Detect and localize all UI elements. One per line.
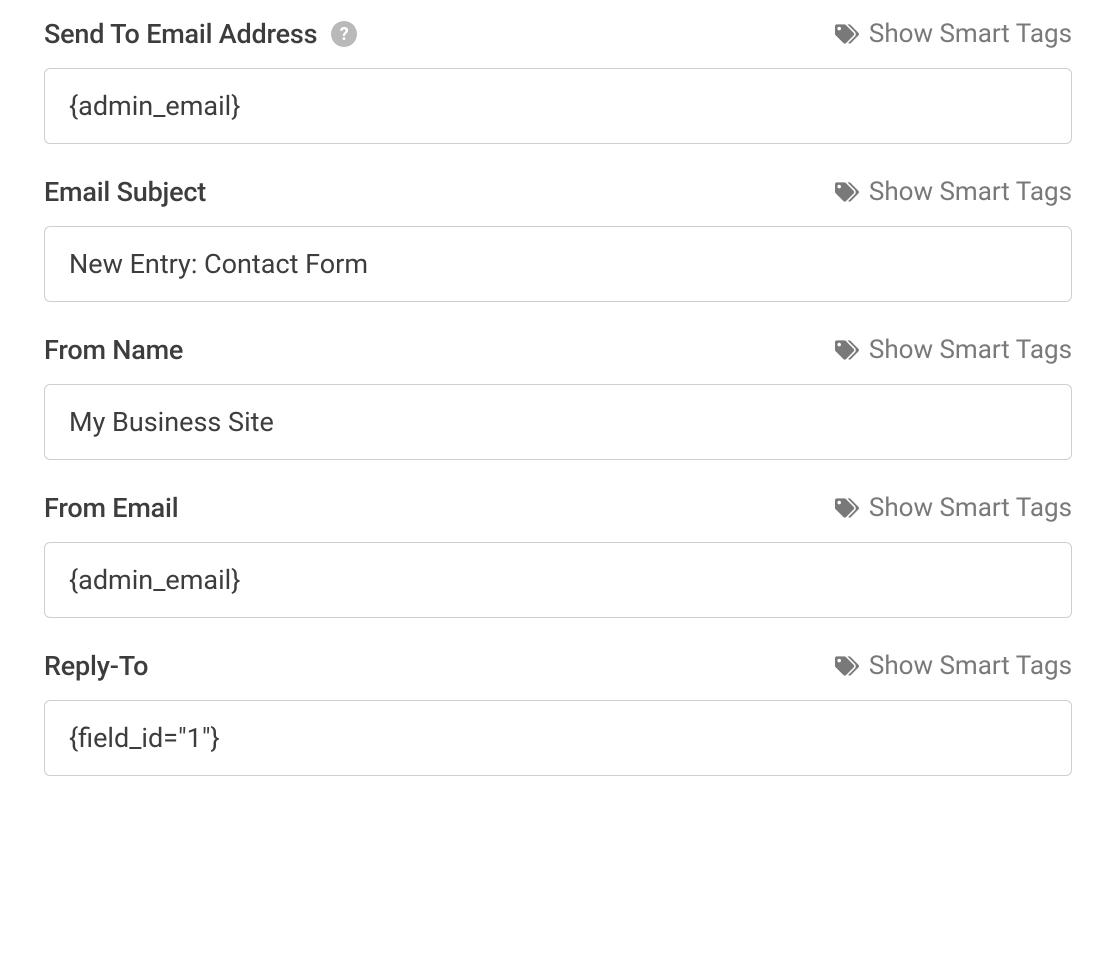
from-name-label: From Name bbox=[44, 334, 183, 366]
show-smart-tags-link[interactable]: Show Smart Tags bbox=[835, 177, 1072, 207]
smart-tags-label: Show Smart Tags bbox=[869, 177, 1072, 207]
send-to-input[interactable] bbox=[44, 68, 1072, 144]
field-header: From Name Show Smart Tags bbox=[44, 334, 1072, 366]
label-group: Email Subject bbox=[44, 176, 206, 208]
tag-icon bbox=[835, 180, 859, 204]
field-from-email: From Email Show Smart Tags bbox=[44, 492, 1072, 618]
send-to-label: Send To Email Address bbox=[44, 18, 317, 50]
smart-tags-label: Show Smart Tags bbox=[869, 19, 1072, 49]
field-subject: Email Subject Show Smart Tags bbox=[44, 176, 1072, 302]
label-group: From Name bbox=[44, 334, 183, 366]
from-name-input[interactable] bbox=[44, 384, 1072, 460]
tag-icon bbox=[835, 496, 859, 520]
smart-tags-label: Show Smart Tags bbox=[869, 493, 1072, 523]
reply-to-label: Reply-To bbox=[44, 650, 148, 682]
show-smart-tags-link[interactable]: Show Smart Tags bbox=[835, 19, 1072, 49]
from-email-input[interactable] bbox=[44, 542, 1072, 618]
show-smart-tags-link[interactable]: Show Smart Tags bbox=[835, 651, 1072, 681]
field-send-to: Send To Email Address ? Show Smart Tags bbox=[44, 18, 1072, 144]
field-header: Send To Email Address ? Show Smart Tags bbox=[44, 18, 1072, 50]
notification-settings-form: Send To Email Address ? Show Smart Tags … bbox=[0, 0, 1116, 838]
field-header: Email Subject Show Smart Tags bbox=[44, 176, 1072, 208]
field-from-name: From Name Show Smart Tags bbox=[44, 334, 1072, 460]
smart-tags-label: Show Smart Tags bbox=[869, 651, 1072, 681]
field-header: Reply-To Show Smart Tags bbox=[44, 650, 1072, 682]
smart-tags-label: Show Smart Tags bbox=[869, 335, 1072, 365]
tag-icon bbox=[835, 654, 859, 678]
label-group: Reply-To bbox=[44, 650, 148, 682]
label-group: From Email bbox=[44, 492, 178, 524]
tag-icon bbox=[835, 22, 859, 46]
tag-icon bbox=[835, 338, 859, 362]
show-smart-tags-link[interactable]: Show Smart Tags bbox=[835, 335, 1072, 365]
help-icon[interactable]: ? bbox=[331, 21, 357, 47]
field-reply-to: Reply-To Show Smart Tags bbox=[44, 650, 1072, 776]
subject-input[interactable] bbox=[44, 226, 1072, 302]
field-header: From Email Show Smart Tags bbox=[44, 492, 1072, 524]
subject-label: Email Subject bbox=[44, 176, 206, 208]
reply-to-input[interactable] bbox=[44, 700, 1072, 776]
show-smart-tags-link[interactable]: Show Smart Tags bbox=[835, 493, 1072, 523]
from-email-label: From Email bbox=[44, 492, 178, 524]
label-group: Send To Email Address ? bbox=[44, 18, 357, 50]
